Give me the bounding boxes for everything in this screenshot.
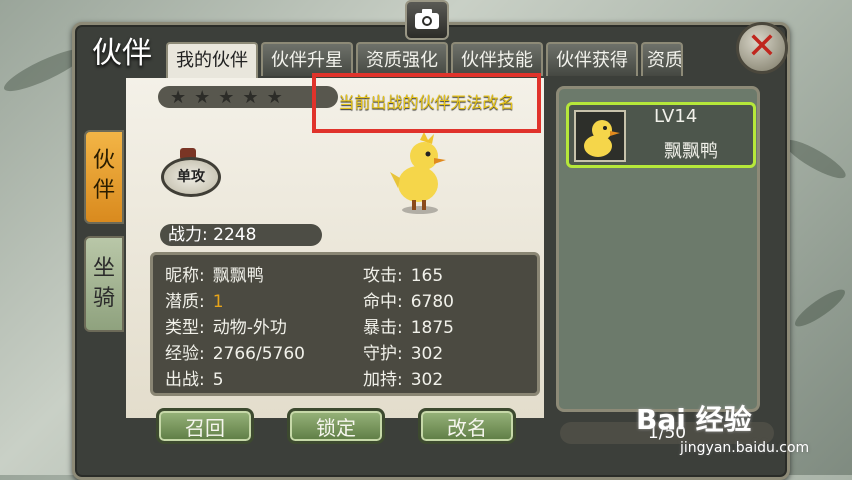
star-rating: ★ ★ ★ ★ ★ <box>158 86 338 108</box>
tab-bar: 我的伙伴 伙伴升星 资质强化 伙伴技能 伙伴获得 资质 <box>166 42 686 78</box>
close-button[interactable]: ✕ <box>736 22 788 74</box>
stat-key: 经验: <box>165 344 205 364</box>
stat-row-nickname: 昵称: 飘飘鸭 <box>165 263 305 289</box>
stat-key: 类型: <box>165 318 205 338</box>
stat-value: 6780 <box>410 292 454 312</box>
close-x-icon: ✕ <box>746 26 778 67</box>
camera-icon[interactable] <box>405 0 449 40</box>
stat-row-potential: 潜质: 1 <box>165 289 305 315</box>
stat-row-attack: 攻击: 165 <box>363 263 454 289</box>
baidu-jingyan-url: jingyan.baidu.com <box>680 440 810 456</box>
duck-portrait-icon <box>574 110 626 162</box>
star-icon: ★ <box>194 86 211 108</box>
recall-button[interactable]: 召回 <box>156 408 254 444</box>
stats-right-column: 攻击: 165 命中: 6780 暴击: 1875 守护: 302 加持: 302 <box>363 263 454 393</box>
stat-value: 302 <box>410 370 444 390</box>
stat-key: 出战: <box>165 370 205 390</box>
rename-error-toast: 当前出战的伙伴无法改名 <box>312 73 541 133</box>
stat-value: 5 <box>212 370 224 390</box>
stat-value: 165 <box>410 266 444 286</box>
lock-button[interactable]: 锁定 <box>287 408 385 444</box>
stat-row-critical: 暴击: 1875 <box>363 315 454 341</box>
star-icon: ★ <box>242 86 259 108</box>
side-tab-mount-label: 坐 骑 <box>92 256 115 311</box>
combat-power-value: 2248 <box>213 225 257 245</box>
tab-partner-obtain[interactable]: 伙伴获得 <box>546 42 638 76</box>
tab-partner-skills[interactable]: 伙伴技能 <box>451 42 543 76</box>
partner-stats-panel: 昵称: 飘飘鸭 潜质: 1 类型: 动物-外功 经验: 2766/5760 出战: 5 攻… <box>150 252 540 396</box>
combat-power-label: 战力: <box>168 225 208 245</box>
stat-row-type: 类型: 动物-外功 <box>165 315 305 341</box>
star-icon: ★ <box>218 86 235 108</box>
partner-level: LV14 <box>654 106 698 127</box>
star-icon: ★ <box>170 86 187 108</box>
stat-value: 302 <box>410 344 444 364</box>
stat-value: 飘飘鸭 <box>212 266 264 286</box>
side-tab-partner[interactable]: 伙 伴 <box>84 130 124 224</box>
stat-value: 2766/5760 <box>212 344 305 364</box>
stat-key: 攻击: <box>363 266 403 286</box>
stat-row-experience: 经验: 2766/5760 <box>165 341 305 367</box>
tab-my-partners[interactable]: 我的伙伴 <box>166 42 258 78</box>
stat-value: 1 <box>212 292 224 312</box>
stat-key: 潜质: <box>165 292 205 312</box>
rename-button[interactable]: 改名 <box>418 408 516 444</box>
side-tab-partner-label: 伙 伴 <box>92 148 115 203</box>
stat-key: 守护: <box>363 344 403 364</box>
stat-row-bless: 加持: 302 <box>363 367 454 393</box>
stat-key: 加持: <box>363 370 403 390</box>
partner-list-name: 飘飘鸭 <box>664 141 718 162</box>
attack-type-badge: 单攻 <box>161 157 221 197</box>
tab-partner-star-up[interactable]: 伙伴升星 <box>261 42 353 76</box>
star-icon: ★ <box>266 86 283 108</box>
tab-aptitude-enhance[interactable]: 资质强化 <box>356 42 448 76</box>
stat-key: 命中: <box>363 292 403 312</box>
stat-value: 动物-外功 <box>212 318 287 338</box>
tab-aptitude-clipped[interactable]: 资质 <box>641 42 683 76</box>
duck-partner-sprite <box>390 132 446 214</box>
side-tab-mount[interactable]: 坐 骑 <box>84 236 124 332</box>
stat-row-deploy: 出战: 5 <box>165 367 305 393</box>
bamboo-leaf-decoration <box>780 133 850 185</box>
combat-power: 战力: 2248 <box>160 224 322 246</box>
stat-key: 暴击: <box>363 318 403 338</box>
stat-value: 1875 <box>410 318 454 338</box>
window-title: 伙伴 <box>92 36 152 71</box>
stat-row-guard: 守护: 302 <box>363 341 454 367</box>
stats-left-column: 昵称: 飘飘鸭 潜质: 1 类型: 动物-外功 经验: 2766/5760 出战: 5 <box>165 263 305 393</box>
stat-row-accuracy: 命中: 6780 <box>363 289 454 315</box>
bamboo-leaf-decoration <box>790 284 850 332</box>
stat-key: 昵称: <box>165 266 205 286</box>
baidu-jingyan-watermark: Bai 经验 <box>636 403 752 436</box>
